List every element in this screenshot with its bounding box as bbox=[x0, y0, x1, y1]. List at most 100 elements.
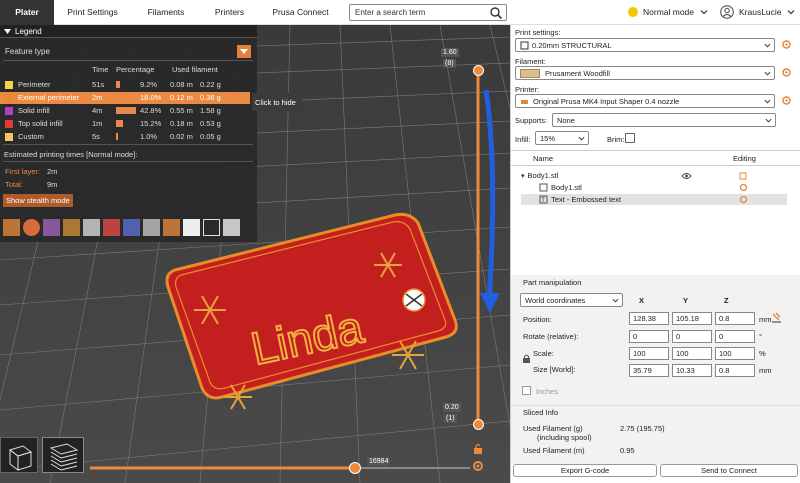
chevron-down-icon bbox=[240, 49, 248, 54]
avatar bbox=[720, 5, 734, 19]
size-y-field[interactable]: 10.33 bbox=[672, 364, 712, 377]
tab-prusa-connect[interactable]: Prusa Connect bbox=[258, 0, 343, 25]
gear-icon[interactable] bbox=[739, 183, 748, 192]
tool-changes-icon[interactable] bbox=[103, 219, 120, 236]
part-manipulation-title: Part manipulation bbox=[523, 278, 582, 287]
scale-y-field[interactable]: 100 bbox=[672, 347, 712, 360]
tab-printers[interactable]: Printers bbox=[201, 0, 258, 25]
object-name: Text - Embossed text bbox=[551, 195, 622, 204]
coordinates-select[interactable]: World coordinates bbox=[520, 293, 623, 307]
top-bar: Plater Print Settings Filaments Printers… bbox=[0, 0, 800, 25]
search-icon[interactable] bbox=[489, 6, 503, 20]
inches-label: Inches bbox=[536, 387, 559, 396]
sliced-info-title: Sliced Info bbox=[523, 408, 559, 417]
legend-header[interactable]: Legend bbox=[0, 25, 257, 38]
object-name: Body1.stl bbox=[527, 171, 559, 180]
mode-selector[interactable]: Normal mode bbox=[628, 7, 708, 17]
tab-label: Printers bbox=[214, 7, 245, 17]
travel-icon[interactable] bbox=[3, 219, 20, 236]
drop-to-bed-icon[interactable] bbox=[771, 312, 782, 323]
center-of-gravity-icon[interactable] bbox=[183, 219, 200, 236]
printer-select[interactable]: Original Prusa MK4 Input Shaper 0.4 nozz… bbox=[515, 94, 775, 108]
chevron-down-icon bbox=[700, 10, 708, 15]
select-value: Original Prusa MK4 Input Shaper 0.4 nozz… bbox=[533, 96, 680, 106]
export-gcode-button[interactable]: Export G-code bbox=[513, 464, 657, 477]
show-stealth-mode-button[interactable]: Show stealth mode bbox=[3, 194, 73, 207]
shells-icon[interactable] bbox=[203, 219, 220, 236]
used-filament-m-value: 0.95 bbox=[620, 446, 635, 455]
tab-filaments[interactable]: Filaments bbox=[131, 0, 201, 25]
feature-type-dropdown[interactable] bbox=[237, 45, 251, 58]
search-input[interactable]: Enter a search term bbox=[349, 4, 507, 21]
print-settings-select[interactable]: 0.20mm STRUCTURAL bbox=[515, 38, 775, 52]
legend-tooltip: Click to hide bbox=[252, 93, 302, 111]
gear-icon[interactable] bbox=[781, 95, 792, 106]
scale-label: Scale: bbox=[533, 349, 554, 358]
layer-bottom-number: (1) bbox=[444, 414, 457, 423]
brim-label: Brim: bbox=[607, 135, 625, 144]
send-to-connect-button[interactable]: Send to Connect bbox=[660, 464, 798, 477]
gear-icon[interactable] bbox=[781, 67, 792, 78]
layer-top-thumb[interactable] bbox=[473, 65, 484, 76]
layer-bottom-thumb[interactable] bbox=[473, 419, 484, 430]
deretractions-icon[interactable] bbox=[63, 219, 80, 236]
total-label: Total: bbox=[5, 180, 23, 189]
size-z-field[interactable]: 0.8 bbox=[715, 364, 755, 377]
position-x-field[interactable]: 128.38 bbox=[629, 312, 669, 325]
legend-row[interactable] bbox=[0, 105, 250, 117]
retractions-icon[interactable] bbox=[43, 219, 60, 236]
chevron-down-icon bbox=[578, 136, 585, 141]
select-value: Prusament Woodfill bbox=[545, 68, 610, 78]
inches-checkbox[interactable] bbox=[522, 386, 531, 395]
print-settings-label: Print settings: bbox=[515, 28, 561, 37]
color-changes-icon[interactable] bbox=[123, 219, 140, 236]
object-part-row[interactable]: Body1.stl bbox=[539, 183, 582, 192]
scale-x-field[interactable]: 100 bbox=[629, 347, 669, 360]
legend-row[interactable] bbox=[0, 79, 250, 91]
select-value: World coordinates bbox=[525, 295, 586, 305]
object-part-row-selected[interactable]: T Text - Embossed text bbox=[539, 195, 621, 204]
settings-icon[interactable] bbox=[472, 460, 484, 472]
infill-label: Infill: bbox=[515, 135, 531, 144]
legend-row[interactable] bbox=[0, 118, 250, 130]
scale-unit: % bbox=[759, 349, 766, 358]
object-row[interactable]: ▾ Body1.stl bbox=[521, 171, 558, 180]
3d-view-button[interactable] bbox=[0, 437, 38, 473]
edit-object-icon[interactable] bbox=[739, 171, 748, 180]
col-percentage: Percentage bbox=[116, 65, 155, 74]
rotate-y-field[interactable]: 0 bbox=[672, 330, 712, 343]
seams-icon[interactable] bbox=[83, 219, 100, 236]
rotate-z-field[interactable]: 0 bbox=[715, 330, 755, 343]
legend-row[interactable] bbox=[0, 92, 250, 104]
legend-row[interactable] bbox=[0, 131, 250, 143]
total-value: 9m bbox=[47, 180, 58, 189]
filament-select[interactable]: Prusament Woodfill bbox=[515, 66, 775, 80]
tab-plater[interactable]: Plater bbox=[0, 0, 54, 25]
supports-select[interactable]: None bbox=[552, 113, 776, 127]
rotate-x-field[interactable]: 0 bbox=[629, 330, 669, 343]
move-slider-thumb[interactable] bbox=[349, 462, 361, 474]
pause-prints-icon[interactable] bbox=[143, 219, 160, 236]
tool-marker-icon[interactable] bbox=[223, 219, 240, 236]
infill-select[interactable]: 15% bbox=[535, 131, 589, 145]
position-y-field[interactable]: 105.18 bbox=[672, 312, 712, 325]
position-z-field[interactable]: 0.8 bbox=[715, 312, 755, 325]
preview-button[interactable] bbox=[42, 437, 84, 473]
eye-icon[interactable] bbox=[681, 172, 692, 180]
custom-gcodes-icon[interactable] bbox=[163, 219, 180, 236]
select-value: None bbox=[557, 115, 575, 125]
lock-icon[interactable] bbox=[472, 443, 484, 455]
tab-print-settings[interactable]: Print Settings bbox=[54, 0, 131, 25]
tab-label: Prusa Connect bbox=[272, 7, 329, 17]
first-layer-label: First layer: bbox=[5, 167, 41, 176]
user-account[interactable]: KrausLucie bbox=[720, 5, 795, 19]
gear-icon[interactable] bbox=[739, 195, 748, 204]
scale-z-field[interactable]: 100 bbox=[715, 347, 755, 360]
size-label: Size [World]: bbox=[533, 365, 576, 374]
expand-icon: ▾ bbox=[521, 172, 525, 180]
lock-icon[interactable] bbox=[522, 354, 531, 364]
wipe-icon[interactable] bbox=[23, 219, 40, 236]
gear-icon[interactable] bbox=[781, 39, 792, 50]
brim-checkbox[interactable] bbox=[625, 133, 635, 143]
size-x-field[interactable]: 35.79 bbox=[629, 364, 669, 377]
